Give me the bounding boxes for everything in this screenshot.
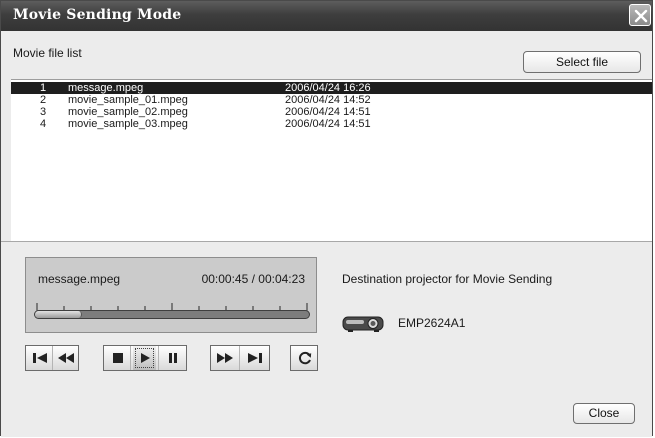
skip-end-icon bbox=[247, 353, 262, 363]
seek-back-group bbox=[25, 345, 79, 371]
fast-forward-button[interactable] bbox=[213, 346, 236, 370]
file-number: 3 bbox=[39, 106, 47, 118]
file-name: movie_sample_01.mpeg bbox=[68, 94, 188, 106]
projector-name[interactable]: EMP2624A1 bbox=[398, 316, 465, 330]
file-row-4[interactable]: 4 movie_sample_03.mpeg 2006/04/24 14:51 bbox=[11, 118, 652, 130]
close-icon bbox=[634, 9, 648, 23]
transport-group bbox=[103, 345, 187, 371]
file-row-1[interactable]: 1 message.mpeg 2006/04/24 16:26 bbox=[11, 82, 652, 94]
repeat-group bbox=[290, 345, 318, 371]
title-bar[interactable]: Movie Sending Mode bbox=[1, 1, 652, 31]
skip-to-end-button[interactable] bbox=[243, 346, 266, 370]
file-date: 2006/04/24 14:51 bbox=[285, 118, 371, 130]
destination-label: Destination projector for Movie Sending bbox=[342, 272, 553, 286]
player-display: message.mpeg 00:00:45 / 00:04:23 bbox=[25, 257, 317, 333]
repeat-icon bbox=[298, 351, 311, 365]
stop-button[interactable] bbox=[106, 346, 129, 370]
file-row-2[interactable]: 2 movie_sample_01.mpeg 2006/04/24 14:52 bbox=[11, 94, 652, 106]
pause-button[interactable] bbox=[161, 346, 184, 370]
playback-time: 00:00:45 / 00:04:23 bbox=[201, 272, 305, 286]
play-button[interactable] bbox=[133, 346, 156, 370]
movie-file-list-label: Movie file list bbox=[13, 46, 82, 60]
now-playing-file: message.mpeg bbox=[38, 272, 121, 286]
select-file-button[interactable]: Select file bbox=[523, 51, 641, 73]
file-date: 2006/04/24 14:51 bbox=[285, 106, 371, 118]
stop-icon bbox=[112, 353, 123, 363]
skip-to-start-button[interactable] bbox=[28, 346, 51, 370]
file-name: movie_sample_03.mpeg bbox=[68, 118, 188, 130]
file-date: 2006/04/24 16:26 bbox=[285, 82, 371, 94]
file-name: message.mpeg bbox=[68, 82, 144, 94]
seek-progress[interactable] bbox=[35, 311, 82, 318]
play-icon bbox=[140, 353, 150, 363]
playback-panel: message.mpeg 00:00:45 / 00:04:23 Destina… bbox=[1, 241, 652, 437]
close-button[interactable]: Close bbox=[573, 403, 635, 424]
skip-start-icon bbox=[32, 353, 47, 363]
seek-slider[interactable] bbox=[34, 310, 310, 319]
rewind-button[interactable] bbox=[54, 346, 77, 370]
seek-forward-group bbox=[210, 345, 270, 371]
file-list-header: Movie file list Select file bbox=[1, 31, 652, 79]
file-row-3[interactable]: 3 movie_sample_02.mpeg 2006/04/24 14:51 bbox=[11, 106, 652, 118]
repeat-button[interactable] bbox=[293, 346, 316, 370]
pause-icon bbox=[168, 353, 177, 363]
movie-sending-window: Movie Sending Mode Movie file list Selec… bbox=[0, 0, 653, 437]
file-number: 1 bbox=[39, 82, 47, 94]
rewind-icon bbox=[57, 353, 74, 363]
file-number: 2 bbox=[39, 94, 47, 106]
window-close-button[interactable] bbox=[629, 4, 651, 26]
movie-file-list[interactable]: 1 message.mpeg 2006/04/24 16:26 2 movie_… bbox=[11, 79, 652, 241]
file-number: 4 bbox=[39, 118, 47, 130]
fast-forward-icon bbox=[216, 353, 233, 363]
file-date: 2006/04/24 14:52 bbox=[285, 94, 371, 106]
projector-icon bbox=[342, 316, 384, 332]
window-title: Movie Sending Mode bbox=[13, 7, 182, 23]
file-name: movie_sample_02.mpeg bbox=[68, 106, 188, 118]
